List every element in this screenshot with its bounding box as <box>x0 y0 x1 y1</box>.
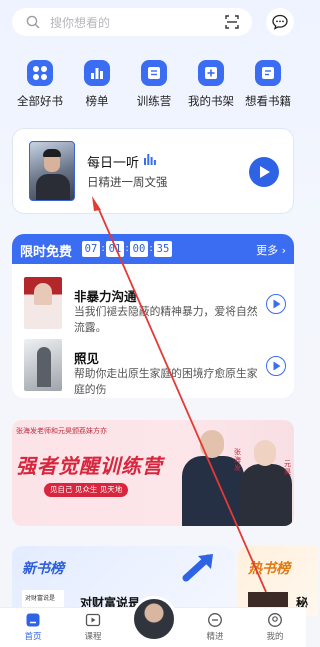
wishlist-book-icon <box>255 60 281 86</box>
shortcut-label: 全部好书 <box>17 94 63 108</box>
bottom-tab-bar: 首页 课程 精进 我的 <box>0 596 306 647</box>
ranking-icon <box>84 60 110 86</box>
audio-wave-icon <box>144 154 156 165</box>
new-ranking-title: 新书榜 <box>22 561 64 577</box>
search-input[interactable]: 搜你想看的 <box>12 8 252 36</box>
timer-centis: 35 <box>154 241 172 257</box>
shortcut-my-bookshelf[interactable]: 我的书架 <box>181 60 241 109</box>
tab-label: 课程 <box>84 632 102 642</box>
shortcut-row: 全部好书 榜单 训练营 我的书架 想看书籍 <box>0 60 306 116</box>
search-row: 搜你想看的 <box>12 8 294 36</box>
daily-title: 每日一听 <box>87 156 140 171</box>
tab-profile[interactable]: 我的 <box>250 612 300 642</box>
hot-ranking-title: 热书榜 <box>248 561 290 577</box>
speaker-name: 元昊 <box>284 460 291 476</box>
speaker-name: 张海发 <box>234 448 241 472</box>
course-icon <box>85 613 101 627</box>
trending-arrow-icon <box>182 554 213 582</box>
message-button[interactable] <box>266 8 294 36</box>
new-books-ranking[interactable]: 新书榜 对财富说是 对财富说是 <box>12 546 234 616</box>
book-description: 帮助你走出原生家庭的困境疗愈原生家庭的伤 <box>74 367 258 396</box>
book-play-button[interactable] <box>266 356 286 376</box>
progress-icon <box>208 613 222 627</box>
more-label: 更多 <box>256 244 279 257</box>
play-icon <box>260 166 270 178</box>
book-title: 非暴力沟通 <box>74 289 137 304</box>
grid-icon <box>27 60 53 86</box>
shortcut-label: 我的书架 <box>188 94 234 108</box>
timer-hours: 07 <box>82 241 100 257</box>
banner-title: 强者觉醒训练营 <box>16 454 163 478</box>
shortcut-label: 想看书籍 <box>245 94 291 108</box>
chat-bubble-icon <box>272 14 288 30</box>
list-item[interactable]: 非暴力沟通 当我们褪去隐蔽的精神暴力，爱将自然流露。 <box>12 272 294 334</box>
hot-books-ranking[interactable]: 热书榜 秘 <box>238 546 318 616</box>
shortcut-training-camp[interactable]: 训练营 <box>124 60 184 109</box>
limited-free-header: 限时免费 07:01:00:35 更多 › <box>12 234 294 264</box>
promo-banner[interactable]: 张海发老师和元昊颁荔妹方亦 强者觉醒训练营 见自己 见众生 见天地 张海发 元昊 <box>12 420 294 526</box>
limited-free-title: 限时免费 <box>20 245 73 260</box>
profile-icon <box>268 613 282 627</box>
cover-text: 对财富说是 <box>25 595 56 602</box>
tab-home[interactable]: 首页 <box>8 612 58 642</box>
timer-minutes: 01 <box>106 241 124 257</box>
tab-course[interactable]: 课程 <box>68 612 118 642</box>
banner-slogan: 见自己 见众生 见天地 <box>44 483 129 497</box>
list-item[interactable]: 照见 帮助你走出原生家庭的困境疗愈原生家庭的伤 <box>12 334 294 396</box>
timer-seconds: 00 <box>130 241 148 257</box>
daily-play-button[interactable] <box>249 157 279 187</box>
daily-subtitle: 日精进一周文强 <box>87 175 168 189</box>
shortcut-label: 训练营 <box>136 94 172 108</box>
book-description: 当我们褪去隐蔽的精神暴力，爱将自然流露。 <box>74 305 258 334</box>
play-icon <box>273 361 281 371</box>
banner-top-text: 张海发老师和元昊颁荔妹方亦 <box>16 427 107 435</box>
shortcut-all-books[interactable]: 全部好书 <box>10 60 70 109</box>
shortcut-ranking[interactable]: 榜单 <box>67 60 127 109</box>
more-link[interactable]: 更多 › <box>256 242 286 258</box>
shortcut-label: 榜单 <box>85 94 109 108</box>
home-icon <box>26 613 40 627</box>
play-icon <box>273 299 281 309</box>
book-cover-image <box>24 339 62 391</box>
tab-label: 我的 <box>266 632 284 642</box>
search-placeholder: 搜你想看的 <box>50 16 111 30</box>
tab-label: 首页 <box>24 632 42 642</box>
book-cover-image <box>24 277 62 329</box>
book-play-button[interactable] <box>266 294 286 314</box>
daily-listen-card[interactable]: 每日一听 日精进一周文强 <box>12 128 294 214</box>
scan-icon[interactable] <box>224 14 240 30</box>
center-avatar-button[interactable] <box>131 596 177 642</box>
training-camp-icon <box>141 60 167 86</box>
tab-label: 精进 <box>206 632 224 642</box>
add-bookshelf-icon <box>198 60 224 86</box>
limited-free-section: 限时免费 07:01:00:35 更多 › 非暴力沟通 当我们褪去隐蔽的精神暴力… <box>12 234 294 398</box>
shortcut-wishlist[interactable]: 想看书籍 <box>238 60 298 109</box>
book-title: 照见 <box>74 351 100 366</box>
countdown-timer: 07:01:00:35 <box>82 241 172 257</box>
search-icon <box>26 15 40 29</box>
daily-cover-image <box>29 141 75 201</box>
tab-progress[interactable]: 精进 <box>190 612 240 642</box>
